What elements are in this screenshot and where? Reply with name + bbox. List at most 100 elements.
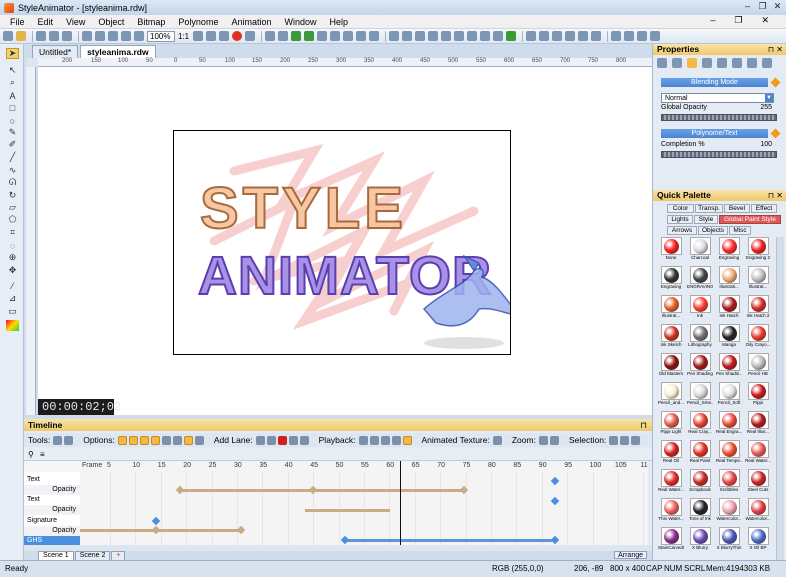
track-opacity-1[interactable]: Opacity bbox=[24, 485, 80, 495]
document-page[interactable]: STYLE ANIMATOR bbox=[173, 130, 511, 355]
palette-item[interactable]: Oily Crayo... bbox=[745, 324, 771, 350]
palette-item[interactable]: Real Paint bbox=[687, 440, 713, 466]
align-bottom-icon[interactable] bbox=[454, 31, 465, 41]
rewind-icon[interactable] bbox=[369, 435, 379, 445]
forward-arrow-icon[interactable] bbox=[304, 31, 315, 41]
palette-item[interactable]: Steel Cuts bbox=[745, 469, 771, 495]
prop-tool-icon[interactable] bbox=[672, 58, 682, 68]
list-icon[interactable]: ≡ bbox=[40, 450, 45, 459]
view-icon[interactable] bbox=[206, 31, 217, 41]
pan-icon[interactable]: ✥ bbox=[6, 265, 19, 276]
prop-tool-icon[interactable] bbox=[702, 58, 712, 68]
palette-item[interactable]: Ink bbox=[687, 295, 713, 321]
option-audio-icon[interactable] bbox=[161, 435, 171, 445]
palette-item[interactable]: Illustrati... bbox=[716, 266, 742, 292]
line-icon[interactable]: ╱ bbox=[6, 152, 19, 163]
scene-tab-1[interactable]: Scene 1 bbox=[38, 551, 74, 560]
rectangle-icon[interactable]: □ bbox=[6, 102, 19, 113]
node-edit-icon[interactable]: ↖ bbox=[6, 65, 19, 76]
option-loop-icon[interactable] bbox=[150, 435, 160, 445]
select-all-icon[interactable] bbox=[631, 435, 641, 445]
bring-forward-icon[interactable] bbox=[578, 31, 589, 41]
paste-icon[interactable] bbox=[95, 31, 105, 41]
doc-restore-button[interactable]: ❐ bbox=[734, 15, 742, 26]
option-fit-icon[interactable] bbox=[194, 435, 204, 445]
palette-item[interactable]: Pippi Light bbox=[658, 411, 684, 437]
prop-tool-icon[interactable] bbox=[732, 58, 742, 68]
prop-tool-icon[interactable] bbox=[657, 58, 667, 68]
polygon-icon[interactable]: ▱ bbox=[6, 202, 19, 213]
step-back-icon[interactable] bbox=[380, 435, 390, 445]
select-down-icon[interactable] bbox=[609, 435, 619, 445]
menu-animation[interactable]: Animation bbox=[231, 17, 271, 27]
menu-file[interactable]: File bbox=[10, 17, 25, 27]
completion-slider[interactable] bbox=[661, 151, 777, 158]
open-file-icon[interactable] bbox=[16, 31, 26, 41]
palette-item[interactable]: Pen Shadin... bbox=[716, 353, 742, 379]
rotate-icon[interactable]: ↻ bbox=[6, 190, 19, 201]
transform-icon[interactable] bbox=[369, 31, 380, 41]
ghs-bar[interactable] bbox=[344, 539, 556, 542]
keyframe[interactable] bbox=[151, 525, 161, 535]
combine-icon[interactable] bbox=[343, 31, 354, 41]
redo-icon[interactable] bbox=[278, 31, 289, 41]
option-snap-icon[interactable] bbox=[128, 435, 138, 445]
palette-item[interactable]: Watercolor... bbox=[745, 498, 771, 524]
plugin-icon[interactable] bbox=[624, 31, 635, 41]
color-picker-icon[interactable] bbox=[6, 320, 19, 331]
palette-item[interactable]: Manga bbox=[716, 324, 742, 350]
palette-tab-arrows[interactable]: Arrows bbox=[667, 226, 697, 235]
playhead[interactable] bbox=[399, 461, 401, 545]
palette-item[interactable]: Illustrat... bbox=[658, 295, 684, 321]
back-arrow-icon[interactable] bbox=[291, 31, 302, 41]
track-signature[interactable]: Signature bbox=[24, 516, 80, 526]
new-file-icon[interactable] bbox=[3, 31, 13, 41]
eyedropper-icon[interactable]: ⁄ bbox=[6, 280, 19, 291]
palette-tab-bevel[interactable]: Bevel bbox=[724, 204, 750, 213]
palette-item[interactable]: Pencil HB bbox=[745, 353, 771, 379]
grid-icon[interactable] bbox=[219, 31, 230, 41]
menu-polynome[interactable]: Polynome bbox=[178, 17, 218, 27]
ungroup-icon[interactable] bbox=[330, 31, 341, 41]
align-right-icon[interactable] bbox=[415, 31, 426, 41]
tab-styleanima[interactable]: styleanima.rdw bbox=[80, 45, 156, 58]
palette-item[interactable]: Real Engra... bbox=[716, 411, 742, 437]
palette-item[interactable]: Ink Hatch 2 bbox=[745, 295, 771, 321]
palette-item[interactable]: Real Tempe... bbox=[716, 440, 742, 466]
palette-tab-global-paint-style[interactable]: Global Paint Style bbox=[719, 215, 781, 224]
palette-item[interactable]: ENGRAVING bbox=[687, 266, 713, 292]
opacity-bar-2[interactable] bbox=[305, 509, 390, 512]
zoom-fit-icon[interactable] bbox=[193, 31, 204, 41]
freehand-icon[interactable]: ᘏ bbox=[6, 177, 19, 188]
palette-item[interactable]: Tons of Ink bbox=[687, 498, 713, 524]
palette-item[interactable]: Engraving 2 bbox=[745, 237, 771, 263]
doc-close-button[interactable]: ✕ bbox=[761, 15, 769, 26]
palette-item[interactable]: None bbox=[658, 237, 684, 263]
undo-icon[interactable] bbox=[265, 31, 276, 41]
align-center-icon[interactable] bbox=[402, 31, 413, 41]
palette-item[interactable]: Watercolor... bbox=[716, 498, 742, 524]
menu-bitmap[interactable]: Bitmap bbox=[137, 17, 165, 27]
export-icon[interactable] bbox=[134, 31, 144, 41]
curve-icon[interactable]: ∿ bbox=[6, 165, 19, 176]
filter-icon[interactable]: ⚲ bbox=[28, 450, 34, 459]
lane-settings-icon[interactable] bbox=[299, 435, 309, 445]
keyframe-selected[interactable] bbox=[550, 496, 560, 506]
palette-item[interactable]: X Oil BP bbox=[745, 527, 771, 553]
add-scene-button[interactable]: + bbox=[111, 551, 126, 560]
palette-item[interactable]: Old Masters bbox=[658, 353, 684, 379]
delete-icon[interactable] bbox=[121, 31, 131, 41]
prop-tool-icon[interactable] bbox=[687, 58, 697, 68]
palette-item[interactable]: Pencil_and... bbox=[658, 382, 684, 408]
keyframe-add-icon[interactable] bbox=[53, 435, 63, 445]
palette-tab-transp[interactable]: Transp. bbox=[695, 204, 723, 213]
keyframe-selected[interactable] bbox=[550, 476, 560, 486]
palette-item[interactable]: StainCarvedIn bbox=[658, 527, 684, 553]
save-icon[interactable] bbox=[36, 31, 46, 41]
palette-item[interactable]: Engraving bbox=[658, 266, 684, 292]
blend-mode-select[interactable]: Normal ▼ bbox=[661, 93, 774, 103]
keyframe[interactable] bbox=[459, 485, 469, 495]
opacity-bar-3[interactable] bbox=[80, 529, 242, 532]
play-icon[interactable] bbox=[402, 435, 412, 445]
option-frames-icon[interactable] bbox=[139, 435, 149, 445]
